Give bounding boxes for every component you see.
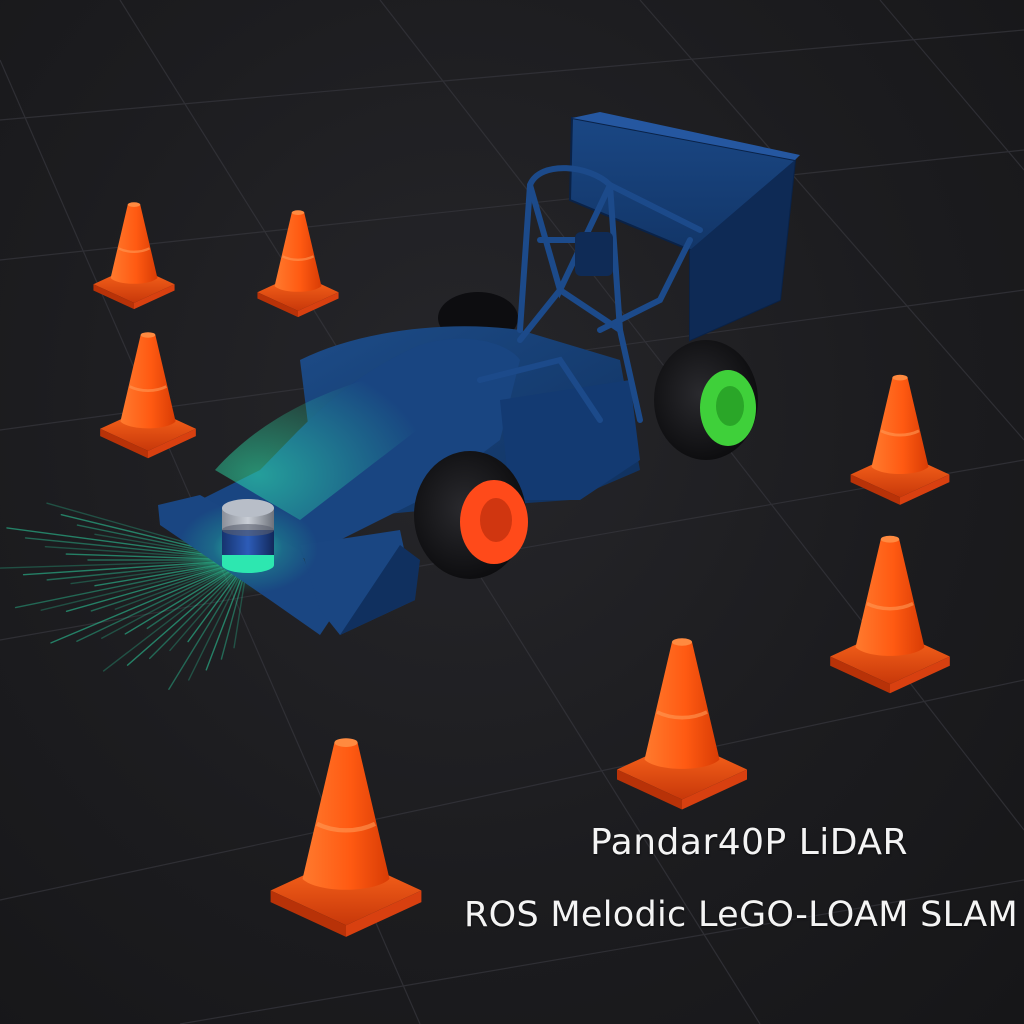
driver-seat <box>575 232 613 276</box>
traffic-cone <box>617 638 747 810</box>
scene-illustration <box>0 0 1024 1024</box>
traffic-cone <box>850 374 950 505</box>
render-stage: Pandar40P LiDAR ROS Melodic LeGO-LOAM SL… <box>0 0 1024 1024</box>
traffic-cone <box>257 210 339 318</box>
caption-lidar-model: Pandar40P LiDAR <box>590 822 908 863</box>
traffic-cone <box>100 332 196 459</box>
traffic-cone <box>93 202 175 310</box>
traffic-cone <box>830 535 950 694</box>
rear-right-wheel <box>654 340 758 460</box>
rear-wing <box>568 112 800 342</box>
caption-slam-stack: ROS Melodic LeGO-LOAM SLAM <box>464 895 1018 935</box>
